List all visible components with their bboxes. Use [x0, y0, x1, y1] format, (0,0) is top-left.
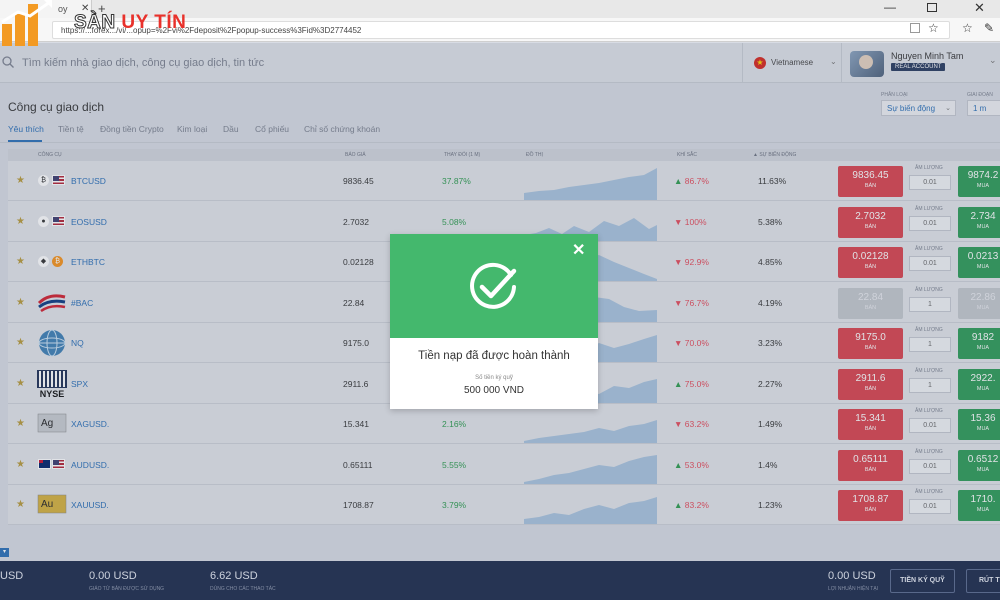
modal-amount-label: Số tiền ký quỹ [475, 375, 513, 381]
watermark-chart-icon [1, 0, 52, 46]
share-icon[interactable]: ✎ [984, 21, 994, 35]
window-maximize-icon[interactable] [927, 3, 937, 12]
success-check-icon [470, 262, 517, 309]
window-close-icon[interactable]: ✕ [974, 0, 985, 16]
watermark-text: SÀN UY TÍN [73, 12, 187, 34]
modal-header: ✕ [390, 234, 598, 338]
window-minimize-icon[interactable]: — [884, 0, 896, 14]
favorites-icon[interactable]: ☆ [962, 21, 973, 35]
deposit-success-modal: ✕ Tiền nạp đã được hoàn thành Số tiền ký… [390, 234, 598, 409]
modal-amount: 500 000 VND [463, 385, 525, 396]
watermark-logo: SÀN UY TÍN [0, 0, 190, 54]
bookmark-star-icon[interactable]: ☆ [928, 21, 939, 35]
close-icon[interactable]: ✕ [572, 240, 585, 260]
modal-title: Tiền nạp đã được hoàn thành [418, 350, 570, 362]
reading-view-icon[interactable] [910, 23, 920, 33]
